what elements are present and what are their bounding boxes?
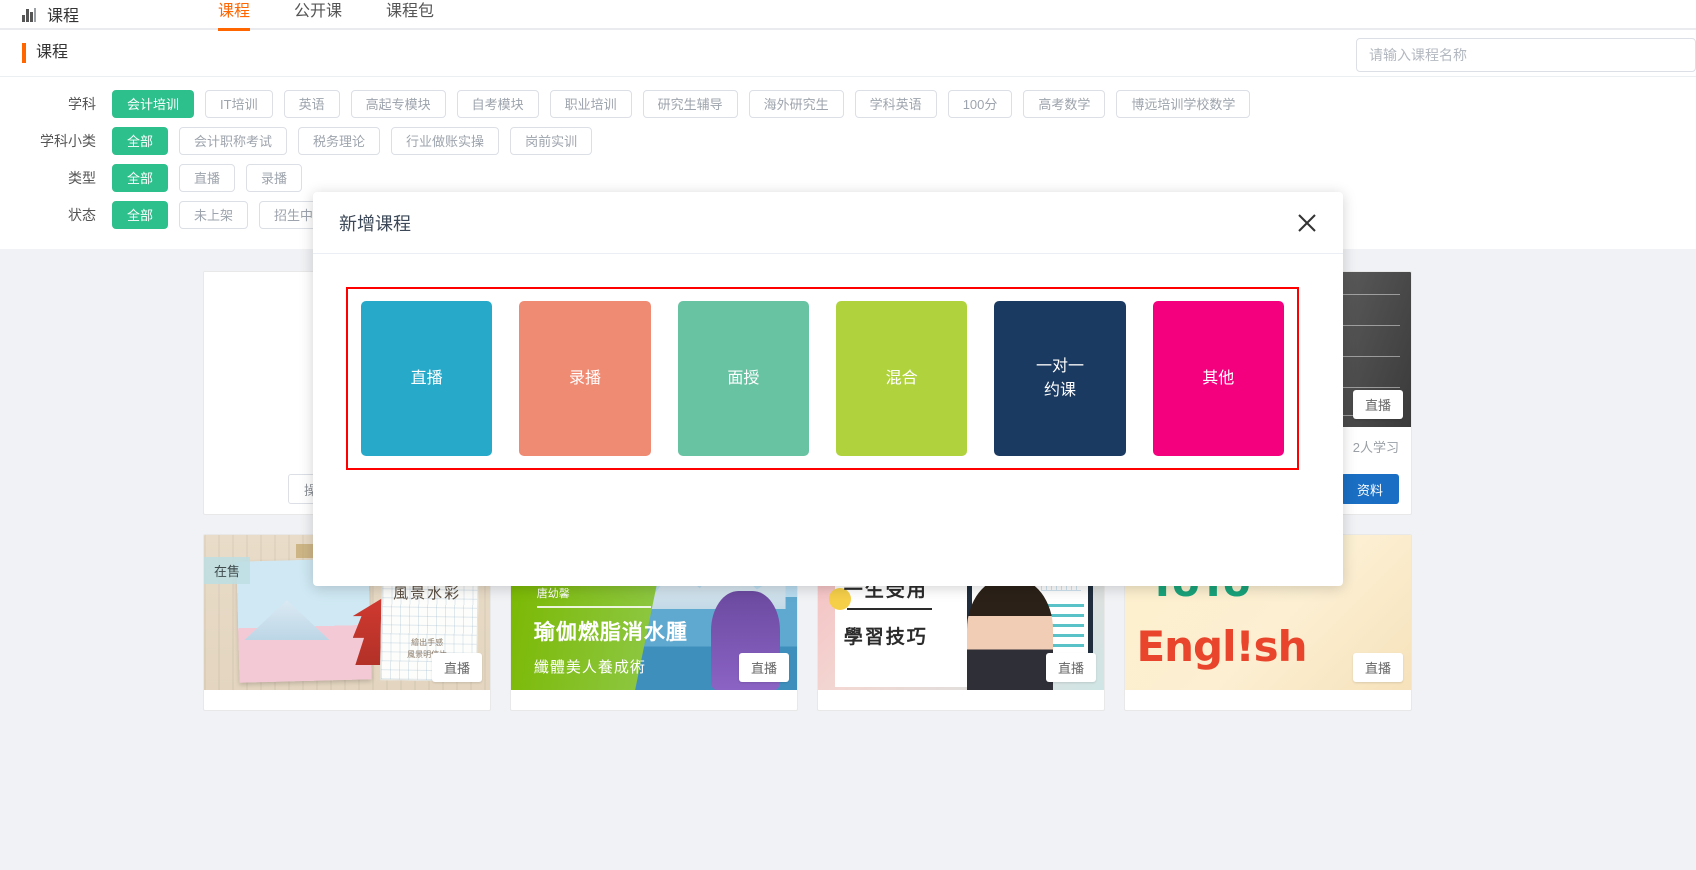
bar-chart-icon [22, 7, 39, 22]
modal-header: 新增课程 [313, 192, 1343, 254]
modal-body: 直播 录播 面授 混合 一对一 约课 其他 [313, 254, 1343, 586]
course-card-body [511, 690, 797, 710]
filter-chip-subject-11[interactable]: 博远培训学校数学 [1116, 89, 1251, 118]
filter-chip-subject-0[interactable]: 会计培训 [112, 89, 195, 118]
filter-chip-subject-1[interactable]: IT培训 [205, 89, 273, 118]
thumbnail-title-line2: 學習技巧 [843, 626, 928, 648]
course-type-tile-one-on-one[interactable]: 一对一 约课 [994, 301, 1126, 456]
filter-chip-subcategory-1[interactable]: 会计职称考试 [179, 126, 288, 155]
filter-chip-type-0[interactable]: 全部 [112, 163, 169, 192]
course-type-tile-blended[interactable]: 混合 [835, 301, 968, 456]
material-button[interactable]: 资料 [1340, 474, 1399, 504]
course-card-body [1125, 690, 1411, 710]
filter-chip-subject-10[interactable]: 高考数学 [1023, 89, 1106, 118]
filter-chip-subject-3[interactable]: 高起专模块 [350, 89, 446, 118]
filter-row-subcategory: 学科小类 全部 会计职称考试 税务理论 行业做账实操 岗前实训 [0, 122, 1696, 159]
filter-row-type: 类型 全部 直播 录播 [0, 159, 1696, 196]
course-type-badge: 直播 [1352, 390, 1403, 419]
filter-chip-subcategory-0[interactable]: 全部 [112, 126, 169, 155]
filter-chip-subject-9[interactable]: 100分 [947, 89, 1013, 118]
brand: 课程 [22, 2, 79, 26]
thumbnail-subtitle: 纖體美人養成術 [533, 658, 646, 676]
search-box[interactable] [1356, 38, 1696, 72]
search-input[interactable] [1369, 47, 1683, 63]
filter-label-subject: 学科 [68, 95, 96, 112]
status-badge: 在售 [204, 557, 251, 584]
tab-course-packages[interactable]: 课程包 [386, 0, 434, 30]
modal-title: 新增课程 [339, 213, 411, 234]
filter-chip-subject-5[interactable]: 职业培训 [549, 89, 632, 118]
course-card-body [204, 690, 490, 710]
brand-label: 课程 [47, 8, 80, 25]
thumbnail-subtitle: Engl!sh [1136, 621, 1307, 671]
course-type-tile-offline[interactable]: 面授 [677, 301, 809, 456]
top-bar: 课程 课程 公开课 课程包 [0, 0, 1696, 31]
filter-label-status: 状态 [68, 206, 96, 223]
filter-chip-type-2[interactable]: 录播 [246, 163, 303, 192]
page-title: 课程 [22, 43, 68, 63]
course-type-tile-live[interactable]: 直播 [361, 301, 493, 456]
thumbnail-title: 瑜伽燃脂消水腫 [533, 620, 688, 644]
course-type-tile-recorded[interactable]: 录播 [519, 301, 651, 456]
course-type-badge: 直播 [431, 653, 482, 682]
filter-label-type: 类型 [68, 169, 96, 186]
page-header: 课程 [0, 30, 1696, 77]
course-type-badge: 直播 [738, 653, 789, 682]
filter-chip-subject-7[interactable]: 海外研究生 [748, 89, 844, 118]
filter-chip-subcategory-4[interactable]: 岗前实训 [510, 126, 593, 155]
tab-courses[interactable]: 课程 [218, 0, 251, 31]
filter-label-subcategory: 学科小类 [40, 132, 96, 149]
tab-public-courses[interactable]: 公开课 [294, 0, 342, 30]
filter-chip-status-1[interactable]: 未上架 [179, 200, 249, 229]
course-card-body [818, 690, 1104, 710]
filter-chip-subject-4[interactable]: 自考模块 [456, 89, 539, 118]
course-type-badge: 直播 [1352, 653, 1403, 682]
filter-chip-type-1[interactable]: 直播 [179, 163, 236, 192]
filter-chip-subcategory-2[interactable]: 税务理论 [298, 126, 381, 155]
course-type-tile-strip: 直播 录播 面授 混合 一对一 约课 其他 [346, 287, 1299, 470]
filter-chip-subject-8[interactable]: 学科英语 [854, 89, 937, 118]
course-type-badge: 直播 [1045, 653, 1096, 682]
filter-chip-subject-2[interactable]: 英语 [283, 89, 340, 118]
add-course-modal: 新增课程 直播 录播 面授 混合 一对一 约课 其他 [313, 192, 1343, 586]
top-nav: 课程 公开课 课程包 [218, 0, 478, 31]
filter-chip-subject-6[interactable]: 研究生辅导 [642, 89, 738, 118]
filter-chip-status-0[interactable]: 全部 [112, 200, 169, 229]
filter-row-subject: 学科 会计培训 IT培训 英语 高起专模块 自考模块 职业培训 研究生辅导 海外… [0, 85, 1696, 122]
filter-chip-subcategory-3[interactable]: 行业做账实操 [391, 126, 500, 155]
course-type-tile-other[interactable]: 其他 [1152, 301, 1284, 456]
close-icon[interactable] [1293, 209, 1321, 237]
thumbnail-author: 唐幼馨 [536, 587, 570, 600]
